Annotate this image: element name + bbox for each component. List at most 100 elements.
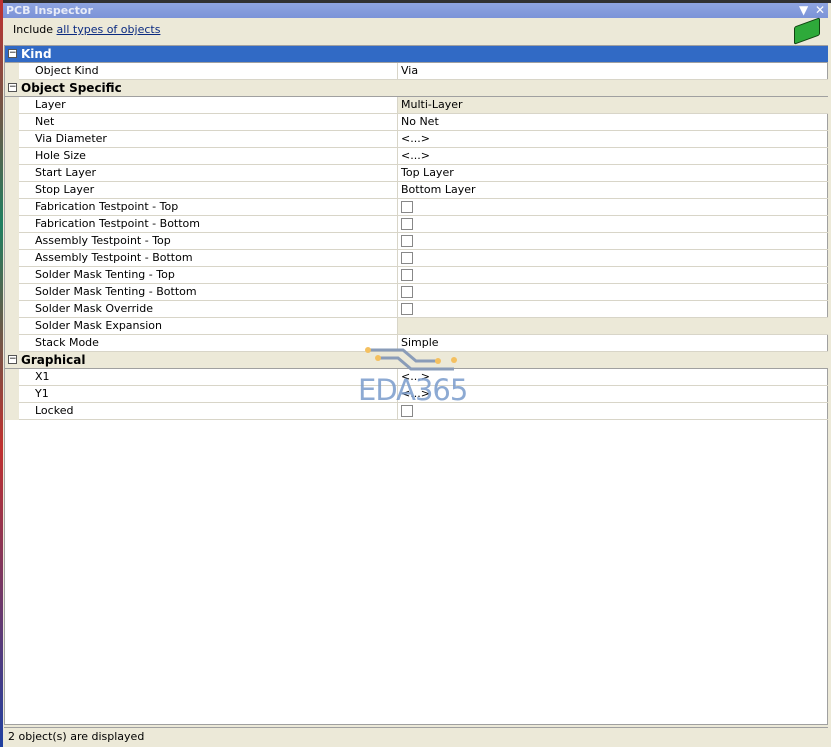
property-value[interactable]: No Net [398, 114, 828, 130]
row-gutter [5, 114, 19, 131]
property-row[interactable]: Y1 <...> [5, 386, 828, 403]
property-checkbox[interactable] [401, 303, 413, 315]
property-value[interactable] [398, 216, 828, 232]
section-header[interactable]: − Graphical [5, 352, 828, 369]
property-row[interactable]: Locked [5, 403, 828, 420]
property-row[interactable]: Layer Multi-Layer [5, 97, 828, 114]
property-value-text: Bottom Layer [401, 183, 476, 196]
property-label: Via Diameter [19, 131, 398, 147]
property-row[interactable]: Net No Net [5, 114, 828, 131]
property-label: Stop Layer [19, 182, 398, 198]
include-label: Include [13, 23, 54, 36]
property-value-text: Via [401, 64, 419, 77]
row-gutter [5, 97, 19, 114]
property-checkbox[interactable] [401, 201, 413, 213]
include-filter: Include all types of objects [13, 23, 160, 36]
collapse-icon[interactable]: − [8, 83, 17, 92]
collapse-icon[interactable]: − [8, 49, 17, 58]
property-row[interactable]: Fabrication Testpoint - Top [5, 199, 828, 216]
row-gutter [5, 216, 19, 233]
property-value-text: Simple [401, 336, 439, 349]
row-gutter [5, 63, 19, 80]
property-row[interactable]: Stop Layer Bottom Layer [5, 182, 828, 199]
property-value[interactable] [398, 250, 828, 266]
property-value[interactable]: Bottom Layer [398, 182, 828, 198]
property-checkbox[interactable] [401, 269, 413, 281]
property-checkbox[interactable] [401, 252, 413, 264]
row-gutter [5, 182, 19, 199]
property-label: Start Layer [19, 165, 398, 181]
property-row[interactable]: Hole Size <...> [5, 148, 828, 165]
property-label: Layer [19, 97, 398, 113]
property-value[interactable]: Simple [398, 335, 828, 351]
row-gutter [5, 250, 19, 267]
section-header[interactable]: − Object Specific [5, 80, 828, 97]
row-gutter [5, 335, 19, 352]
property-value[interactable]: <...> [398, 131, 828, 147]
property-value[interactable] [398, 284, 828, 300]
property-row[interactable]: Solder Mask Expansion [5, 318, 828, 335]
row-gutter [5, 233, 19, 250]
dropdown-icon[interactable]: ▼ [799, 3, 808, 18]
property-checkbox[interactable] [401, 286, 413, 298]
property-value[interactable]: <...> [398, 369, 828, 385]
property-row[interactable]: Solder Mask Override [5, 301, 828, 318]
row-gutter [5, 131, 19, 148]
property-value[interactable] [398, 318, 828, 334]
property-label: Locked [19, 403, 398, 419]
property-row[interactable]: Assembly Testpoint - Top [5, 233, 828, 250]
property-checkbox[interactable] [401, 405, 413, 417]
property-label: X1 [19, 369, 398, 385]
property-value[interactable] [398, 199, 828, 215]
collapse-icon[interactable]: − [8, 355, 17, 364]
property-label: Fabrication Testpoint - Bottom [19, 216, 398, 232]
property-value-text: <...> [401, 387, 430, 400]
property-row[interactable]: Start Layer Top Layer [5, 165, 828, 182]
property-value[interactable] [398, 403, 828, 419]
pcb-board-icon [794, 17, 820, 45]
row-gutter [5, 148, 19, 165]
property-label: Object Kind [19, 63, 398, 79]
row-gutter [5, 318, 19, 335]
property-value[interactable] [398, 233, 828, 249]
status-bar: 2 object(s) are displayed [4, 727, 828, 745]
property-row[interactable]: Solder Mask Tenting - Bottom [5, 284, 828, 301]
property-grid: − Kind Object Kind Via − Object Specific Layer… [4, 45, 828, 725]
property-row[interactable]: Fabrication Testpoint - Bottom [5, 216, 828, 233]
property-row[interactable]: Stack Mode Simple [5, 335, 828, 352]
property-value[interactable]: <...> [398, 148, 828, 164]
property-label: Net [19, 114, 398, 130]
close-icon[interactable]: ✕ [815, 3, 825, 18]
property-label: Stack Mode [19, 335, 398, 351]
property-value[interactable]: <...> [398, 386, 828, 402]
property-row[interactable]: Via Diameter <...> [5, 131, 828, 148]
property-row[interactable]: Object Kind Via [5, 63, 828, 80]
property-value-text: <...> [401, 132, 430, 145]
property-row[interactable]: Solder Mask Tenting - Top [5, 267, 828, 284]
property-value[interactable] [398, 267, 828, 283]
row-gutter [5, 267, 19, 284]
property-value[interactable]: Via [398, 63, 828, 79]
row-gutter [5, 301, 19, 318]
property-row[interactable]: X1 <...> [5, 369, 828, 386]
property-label: Assembly Testpoint - Bottom [19, 250, 398, 266]
row-gutter [5, 386, 19, 403]
property-value[interactable] [398, 301, 828, 317]
property-value[interactable]: Top Layer [398, 165, 828, 181]
property-value-text: No Net [401, 115, 439, 128]
panel-title-bar: PCB Inspector ▼ ✕ [3, 3, 828, 18]
background-edge [0, 0, 3, 747]
property-row[interactable]: Assembly Testpoint - Bottom [5, 250, 828, 267]
property-value[interactable]: Multi-Layer [398, 97, 828, 113]
property-checkbox[interactable] [401, 235, 413, 247]
property-label: Solder Mask Expansion [19, 318, 398, 334]
row-gutter [5, 165, 19, 182]
property-label: Fabrication Testpoint - Top [19, 199, 398, 215]
row-gutter [5, 403, 19, 420]
include-filter-link[interactable]: all types of objects [57, 23, 161, 36]
section-header[interactable]: − Kind [5, 46, 828, 63]
property-value-text: Top Layer [401, 166, 454, 179]
property-label: Y1 [19, 386, 398, 402]
property-label: Solder Mask Tenting - Bottom [19, 284, 398, 300]
property-checkbox[interactable] [401, 218, 413, 230]
